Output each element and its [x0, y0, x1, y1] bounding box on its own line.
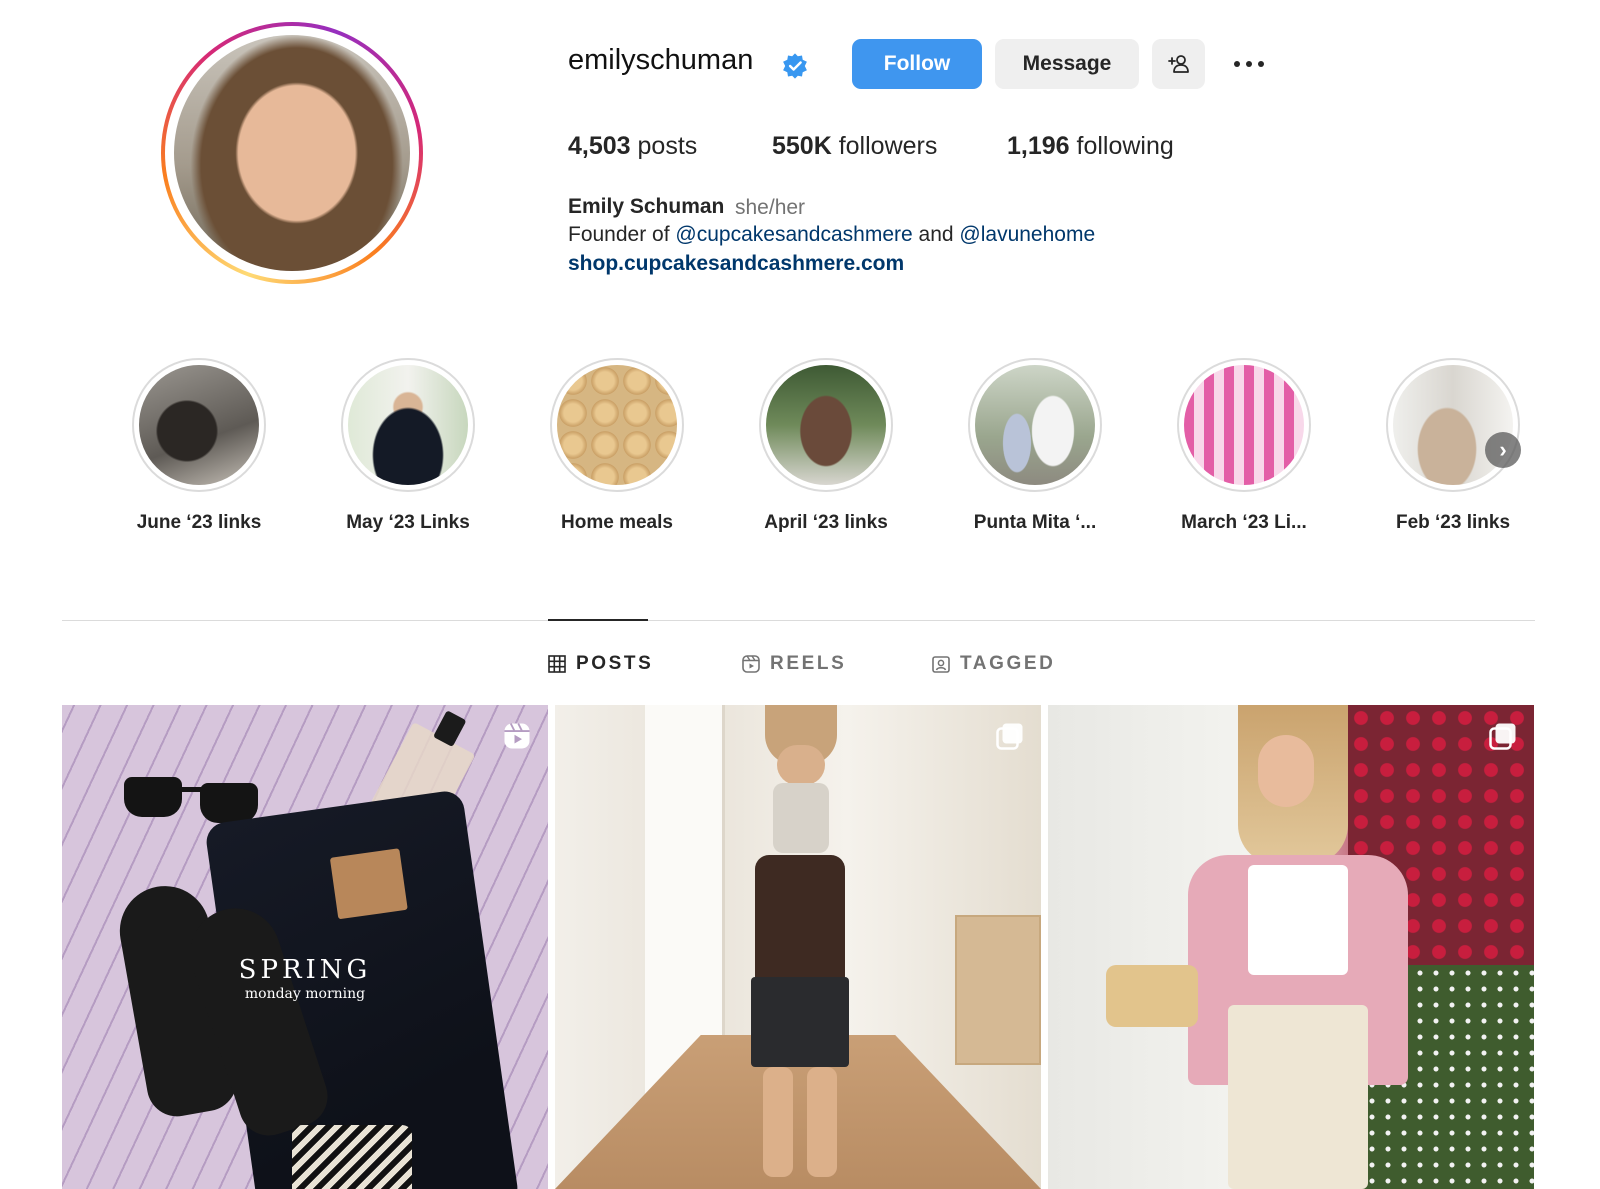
highlight-march-23[interactable]: March ‘23 Li...: [1159, 358, 1329, 534]
suggested-accounts-button[interactable]: [1152, 39, 1205, 89]
cabinet-shape: [955, 915, 1041, 1065]
highlight-june-23[interactable]: June ‘23 links: [114, 358, 284, 534]
highlight-label: Home meals: [561, 512, 673, 533]
active-tab-indicator: [548, 619, 648, 621]
message-button[interactable]: Message: [995, 39, 1139, 89]
highlight-may-23[interactable]: May ‘23 Links: [323, 358, 493, 534]
add-user-icon: [1167, 55, 1189, 73]
avatar-gap: [165, 26, 419, 280]
bio-prefix: Founder of: [568, 223, 676, 246]
verified-badge-icon: [783, 53, 807, 79]
bag-shape: [292, 1125, 412, 1189]
pronouns: she/her: [735, 196, 806, 219]
highlight-cover: [139, 365, 259, 485]
highlight-label: June ‘23 links: [136, 512, 262, 533]
more-dot: [1234, 61, 1240, 67]
highlight-ring: [341, 358, 475, 492]
highlight-ring: [132, 358, 266, 492]
highlight-ring: [1177, 358, 1311, 492]
tab-label: TAGGED: [960, 653, 1056, 674]
tab-reels[interactable]: REELS: [742, 653, 846, 675]
post-tile[interactable]: [555, 705, 1041, 1189]
highlight-label: May ‘23 Links: [346, 512, 470, 533]
post-overlay-subtitle: monday morning: [244, 986, 366, 1002]
more-options-icon[interactable]: [1234, 50, 1274, 78]
follow-button[interactable]: Follow: [852, 39, 982, 89]
bio: Founder of @cupcakesandcashmere and @lav…: [568, 223, 1095, 247]
followers-count[interactable]: 550K followers: [772, 132, 937, 161]
following-count-label: following: [1069, 132, 1174, 160]
reel-badge-icon: [504, 723, 530, 749]
post-overlay-title: SPRING: [238, 955, 372, 985]
highlight-ring: [759, 358, 893, 492]
carousel-badge-icon: [996, 723, 1023, 750]
avatar-image: [174, 35, 410, 271]
profile-website-link[interactable]: shop.cupcakesandcashmere.com: [568, 252, 904, 276]
bio-mention-lavunehome[interactable]: @lavunehome: [959, 223, 1095, 246]
tagged-icon: [932, 656, 950, 673]
highlight-cover: [975, 365, 1095, 485]
post-tile[interactable]: SPRING monday morning: [62, 705, 548, 1189]
highlight-ring: [968, 358, 1102, 492]
highlight-home-meals[interactable]: Home meals: [532, 358, 702, 534]
highlight-label: March ‘23 Li...: [1181, 512, 1307, 533]
highlight-label: Feb ‘23 links: [1395, 512, 1511, 533]
highlight-cover: [1184, 365, 1304, 485]
sunglasses-shape: [124, 773, 262, 823]
following-count[interactable]: 1,196 following: [1007, 132, 1174, 161]
tab-tagged[interactable]: TAGGED: [932, 653, 1055, 675]
bio-mention-cupcakesandcashmere[interactable]: @cupcakesandcashmere: [675, 223, 912, 246]
tab-label: POSTS: [576, 653, 654, 674]
highlight-ring: [550, 358, 684, 492]
person-shape: [1168, 705, 1428, 1189]
posts-count-label: posts: [630, 132, 698, 160]
more-dot: [1258, 61, 1264, 67]
highlight-cover: [348, 365, 468, 485]
carousel-badge-icon: [1489, 723, 1516, 750]
highlight-cover: [557, 365, 677, 485]
followers-count-value: 550K: [772, 132, 832, 160]
posts-count-value: 4,503: [568, 132, 631, 160]
profile-avatar[interactable]: [161, 22, 423, 284]
post-tile[interactable]: [1048, 705, 1534, 1189]
handbag-shape: [1106, 965, 1198, 1027]
highlight-punta-mita[interactable]: Punta Mita ‘...: [950, 358, 1120, 534]
bio-and: and: [912, 223, 960, 246]
username: emilyschuman: [568, 44, 754, 76]
chevron-right-icon: ›: [1499, 437, 1507, 462]
highlight-label: April ‘23 links: [764, 512, 888, 533]
highlights-next-button[interactable]: ›: [1485, 432, 1521, 468]
posts-count: 4,503 posts: [568, 132, 697, 161]
tab-label: REELS: [770, 653, 847, 674]
highlight-april-23[interactable]: April ‘23 links: [741, 358, 911, 534]
reels-icon: [742, 655, 760, 673]
highlight-label: Punta Mita ‘...: [973, 512, 1097, 533]
full-name: Emily Schuman: [568, 195, 725, 218]
tab-posts[interactable]: POSTS: [548, 653, 653, 675]
highlight-ring: [1386, 358, 1520, 492]
highlight-cover: [766, 365, 886, 485]
more-dot: [1246, 61, 1252, 67]
highlight-cover: [1393, 365, 1513, 485]
tabs-divider: [62, 620, 1535, 621]
person-shape: [725, 705, 875, 1189]
following-count-value: 1,196: [1007, 132, 1070, 160]
grid-icon: [548, 655, 566, 673]
followers-count-label: followers: [831, 132, 938, 160]
